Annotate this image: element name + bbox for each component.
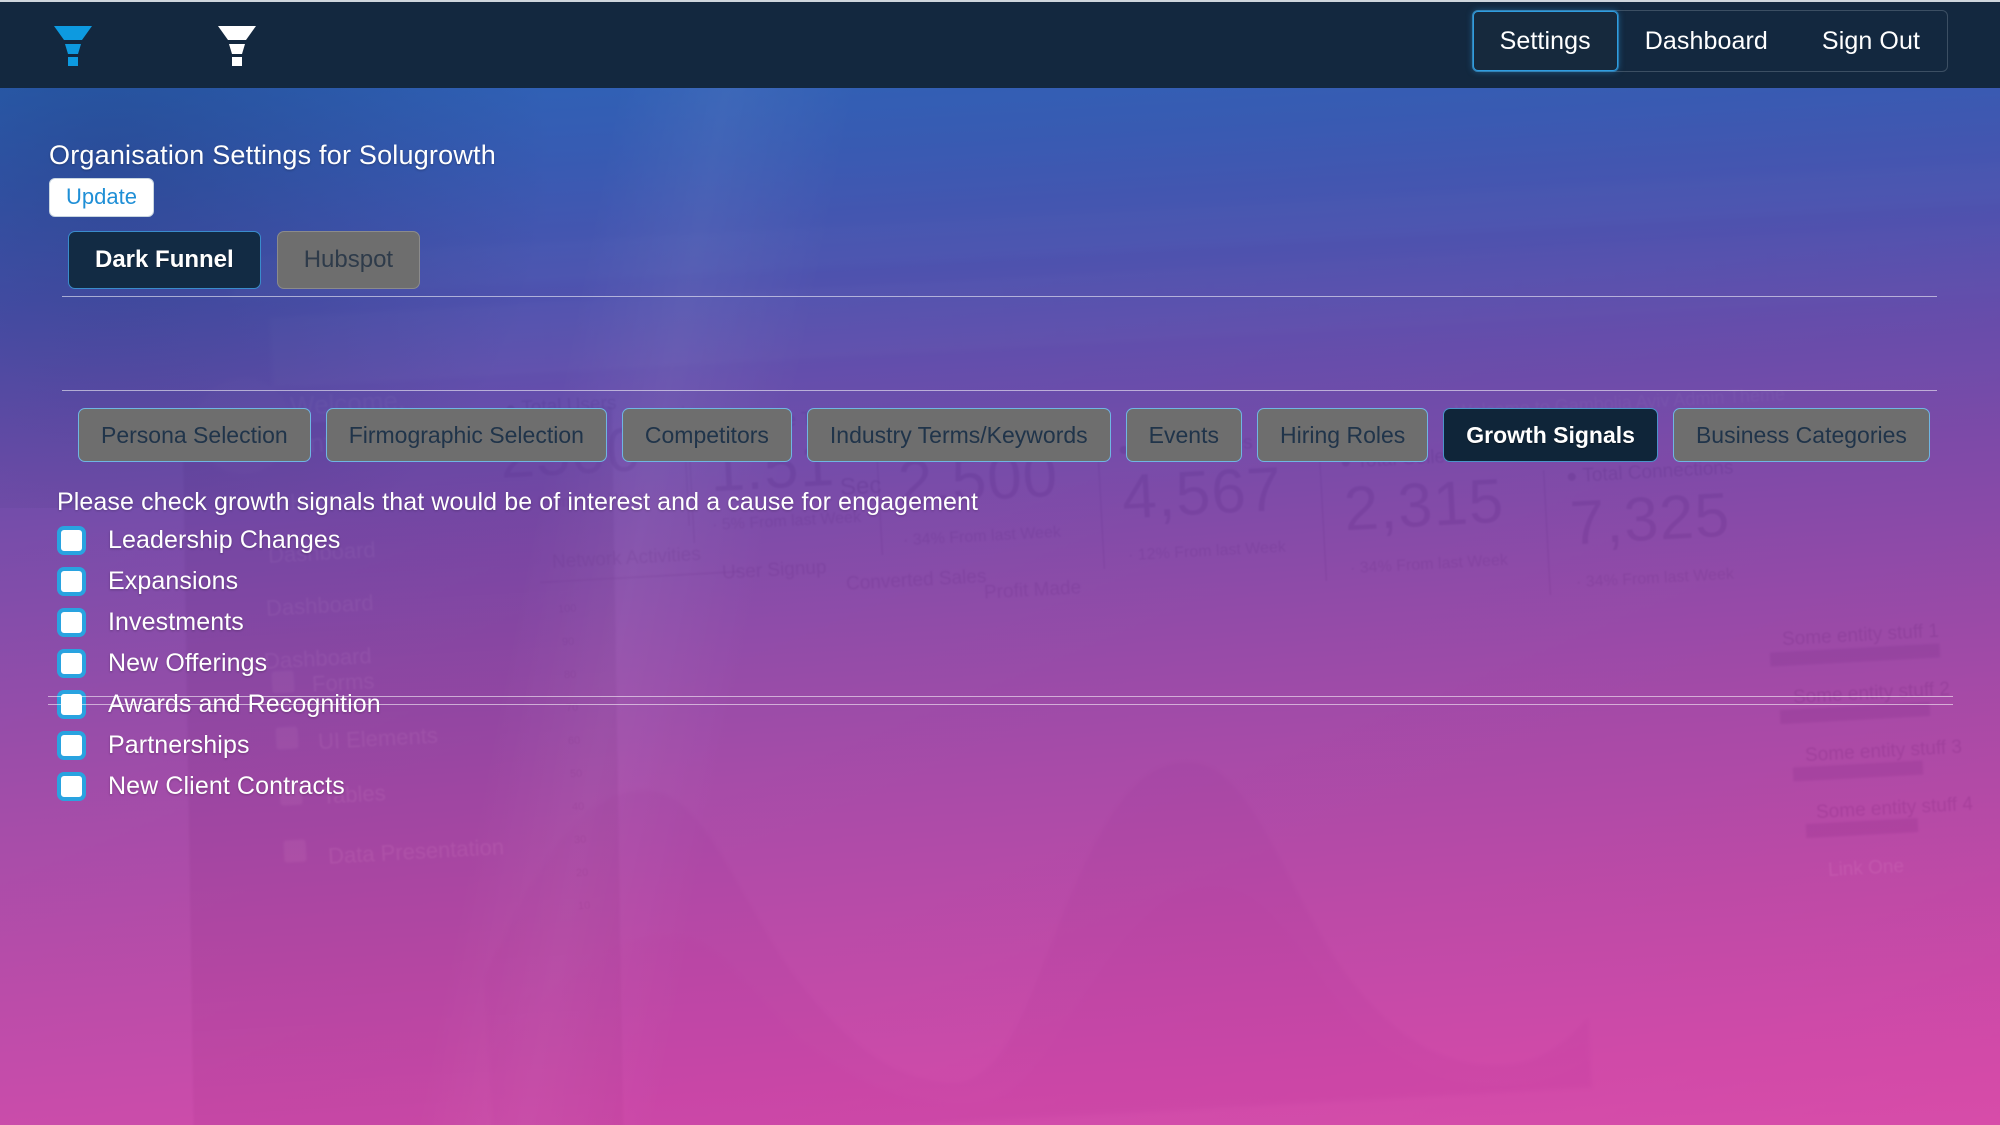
signal-label-expansions: Expansions (108, 567, 239, 595)
tab-competitors[interactable]: Competitors (621, 408, 792, 463)
signal-label-new-offerings: New Offerings (108, 649, 268, 677)
nav-label-sign-out: Sign Out (1821, 26, 1920, 55)
divider-below-tabs (62, 390, 1937, 391)
signal-row-expansions[interactable]: Expansions (57, 561, 381, 602)
funnel-icon (54, 26, 92, 66)
divider-below-list-upper (48, 696, 1953, 697)
signal-row-investments[interactable]: Investments (57, 602, 381, 643)
funnel-icon (218, 26, 256, 66)
settings-tab-row: Persona Selection Firmographic Selection… (78, 408, 1930, 463)
signal-label-leadership-changes: Leadership Changes (108, 526, 341, 554)
checkbox-new-client-contracts[interactable] (57, 772, 86, 801)
checkbox-leadership-changes[interactable] (57, 526, 86, 555)
tab-label-competitors: Competitors (644, 422, 769, 448)
nav-label-settings: Settings (1499, 26, 1591, 55)
checkbox-investments[interactable] (57, 608, 86, 637)
signal-label-new-client-contracts: New Client Contracts (108, 772, 345, 800)
source-toggle-group: Dark Funnel Hubspot (68, 231, 421, 289)
nav-button-group: Settings Dashboard Sign Out (1471, 10, 1948, 72)
tab-label-hiring-roles: Hiring Roles (1280, 422, 1406, 448)
signal-label-investments: Investments (108, 608, 244, 636)
source-label-hubspot: Hubspot (303, 246, 394, 273)
top-navigation-bar: Settings Dashboard Sign Out (0, 0, 2000, 88)
brand-logo-secondary[interactable] (216, 22, 258, 68)
checkbox-partnerships[interactable] (57, 731, 86, 760)
brand-logo-primary[interactable] (52, 22, 94, 68)
tab-growth-signals[interactable]: Growth Signals (1443, 408, 1658, 463)
signal-row-new-client-contracts[interactable]: New Client Contracts (57, 766, 381, 807)
tab-events[interactable]: Events (1125, 408, 1242, 463)
checkbox-new-offerings[interactable] (57, 649, 86, 678)
tab-label-industry-terms-keywords: Industry Terms/Keywords (829, 422, 1088, 448)
tab-label-firmographic-selection: Firmographic Selection (348, 422, 584, 448)
signal-row-leadership-changes[interactable]: Leadership Changes (57, 520, 381, 561)
nav-item-settings[interactable]: Settings (1472, 11, 1618, 71)
tab-industry-terms-keywords[interactable]: Industry Terms/Keywords (806, 408, 1111, 463)
checkbox-expansions[interactable] (57, 567, 86, 596)
app-root: Welcome, Anthony Mutisya Home Dashboard … (0, 0, 2000, 1125)
source-button-hubspot[interactable]: Hubspot (276, 231, 421, 289)
tab-hiring-roles[interactable]: Hiring Roles (1257, 408, 1429, 463)
tab-business-categories[interactable]: Business Categories (1672, 408, 1930, 463)
signal-row-new-offerings[interactable]: New Offerings (57, 643, 381, 684)
signal-label-partnerships: Partnerships (108, 731, 250, 759)
tab-firmographic-selection[interactable]: Firmographic Selection (325, 408, 607, 463)
tab-label-persona-selection: Persona Selection (101, 422, 288, 448)
nav-item-sign-out[interactable]: Sign Out (1795, 11, 1947, 71)
nav-label-dashboard: Dashboard (1644, 26, 1768, 55)
source-label-dark-funnel: Dark Funnel (95, 246, 234, 273)
growth-signals-list: Leadership Changes Expansions Investment… (57, 520, 381, 807)
tab-label-events: Events (1148, 422, 1219, 448)
divider-below-list-lower (48, 704, 1953, 705)
tab-label-business-categories: Business Categories (1695, 422, 1907, 448)
tab-persona-selection[interactable]: Persona Selection (78, 408, 311, 463)
signal-row-partnerships[interactable]: Partnerships (57, 725, 381, 766)
update-button[interactable]: Update (49, 178, 154, 218)
nav-item-dashboard[interactable]: Dashboard (1618, 11, 1795, 71)
source-button-dark-funnel[interactable]: Dark Funnel (68, 231, 261, 289)
settings-page: Organisation Settings for Solugrowth Upd… (0, 88, 2000, 1125)
instruction-text: Please check growth signals that would b… (57, 488, 979, 516)
page-title: Organisation Settings for Solugrowth (49, 140, 496, 170)
tab-label-growth-signals: Growth Signals (1466, 422, 1635, 448)
divider-above-tabs (62, 296, 1937, 297)
